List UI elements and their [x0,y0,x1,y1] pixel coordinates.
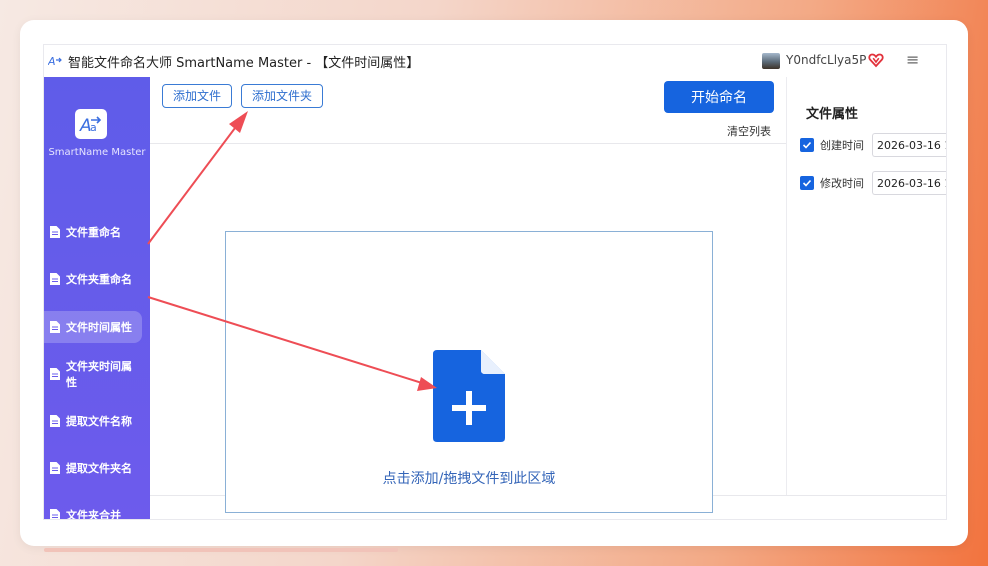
document-icon [50,368,60,380]
sidebar-item-label: 文件重命名 [66,226,121,239]
modified-time-label: 修改时间 [820,177,864,190]
user-avatar[interactable] [762,53,780,69]
add-folder-button[interactable]: 添加文件夹 [241,84,324,108]
sidebar: A a SmartName Master 文件重命名 文件夹重命名 文件时间属性… [44,77,150,519]
modified-time-input[interactable] [872,171,946,195]
document-icon [50,321,60,333]
app-logo-icon: A [48,55,62,68]
document-icon [50,273,60,285]
sidebar-logo: A a [75,109,107,139]
sidebar-item-label: 文件夹重命名 [66,273,132,286]
horizontal-scrollbar[interactable] [44,548,398,552]
properties-panel-title: 文件属性 [806,107,859,122]
sidebar-item-label: 文件夹合并 [66,509,121,520]
checkmark-icon [802,141,812,149]
sidebar-item-file-rename[interactable]: 文件重命名 [44,216,142,248]
sidebar-item-extract-foldername[interactable]: 提取文件夹名 [44,452,142,484]
svg-text:A: A [48,55,56,68]
property-row-created: 创建时间 [800,131,946,159]
created-time-input[interactable] [872,133,946,157]
checkmark-icon [802,179,812,187]
clear-list-button[interactable]: 清空列表 [727,123,771,139]
property-row-modified: 修改时间 [800,169,946,197]
sidebar-item-label: 提取文件名称 [66,415,132,428]
document-icon [50,462,60,474]
app-window: A 智能文件命名大师 SmartName Master - 【文件时间属性】 Y… [43,44,947,520]
document-icon [50,226,60,238]
file-add-icon [433,350,505,442]
svg-text:a: a [90,121,97,134]
created-time-label: 创建时间 [820,139,864,152]
document-icon [50,509,60,519]
divider [150,143,786,144]
sidebar-item-extract-filename[interactable]: 提取文件名称 [44,405,142,437]
file-drop-zone[interactable]: 点击添加/拖拽文件到此区域 [225,231,713,513]
modified-time-checkbox[interactable] [800,176,814,190]
sidebar-item-label: 提取文件夹名 [66,462,132,475]
created-time-checkbox[interactable] [800,138,814,152]
sidebar-item-folder-merge[interactable]: 文件夹合并 [44,499,142,520]
app-logo-icon: A a [79,116,102,135]
add-file-button[interactable]: 添加文件 [162,84,233,108]
vip-heart-icon[interactable] [868,52,884,68]
sidebar-item-folder-time[interactable]: 文件夹时间属性 [44,358,142,390]
window-title: 智能文件命名大师 SmartName Master - 【文件时间属性】 [68,55,420,71]
menu-icon[interactable]: ≡ [906,50,919,69]
start-rename-button[interactable]: 开始命名 [664,81,774,113]
user-name[interactable]: Y0ndfcLlya5P [786,53,866,67]
drop-zone-hint: 点击添加/拖拽文件到此区域 [382,471,556,487]
sidebar-item-folder-rename[interactable]: 文件夹重命名 [44,263,142,295]
divider [786,77,787,495]
sidebar-item-file-time[interactable]: 文件时间属性 [44,311,142,343]
sidebar-brand: SmartName Master [48,147,146,158]
sidebar-item-label: 文件时间属性 [66,321,132,334]
document-icon [50,415,60,427]
sidebar-item-label: 文件夹时间属性 [66,360,132,389]
